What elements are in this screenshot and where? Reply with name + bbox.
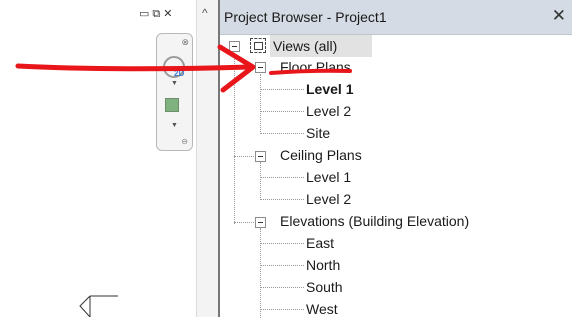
collapse-toggle[interactable] xyxy=(255,62,266,73)
chevron-down-icon[interactable]: ▼ xyxy=(171,80,178,87)
tree-connector xyxy=(234,156,256,157)
minimize-icon[interactable]: ▭ xyxy=(139,8,149,20)
project-tree: Views (all) Floor Plans Level 1 Level 2 … xyxy=(220,34,572,318)
tree-connector xyxy=(260,74,261,134)
tree-connector xyxy=(260,309,304,310)
close-icon[interactable]: ✕ xyxy=(552,6,566,26)
tree-node-elevation-west[interactable]: West xyxy=(306,301,338,317)
chevron-down-icon[interactable]: ▼ xyxy=(171,122,178,129)
tree-node-elevation-north[interactable]: North xyxy=(306,257,340,273)
panel-title: Project Browser - Project1 xyxy=(224,9,387,25)
nav-options-icon[interactable]: ⊖ xyxy=(181,137,188,146)
tree-connector xyxy=(234,67,256,68)
tree-connector xyxy=(260,162,261,200)
tree-connector xyxy=(260,243,304,244)
tree-connector xyxy=(260,228,261,318)
collapse-toggle[interactable] xyxy=(255,151,266,162)
tree-node-views-all[interactable]: Views (all) xyxy=(273,38,337,54)
tree-node-floor-plan-level-1[interactable]: Level 1 xyxy=(306,81,353,97)
scroll-up-icon[interactable]: ^ xyxy=(202,6,208,20)
restore-icon[interactable]: ⧉ xyxy=(152,8,160,20)
navigation-bar: ⊗ 2D ▼ ▼ ⊖ xyxy=(156,33,193,151)
drawing-area[interactable]: ▭ ⧉ ✕ ⊗ 2D ▼ ▼ ⊖ xyxy=(0,0,196,317)
tree-node-elevations[interactable]: Elevations (Building Elevation) xyxy=(280,213,469,229)
tree-node-ceiling-level-2[interactable]: Level 2 xyxy=(306,191,351,207)
tree-node-ceiling-plans[interactable]: Ceiling Plans xyxy=(280,147,362,163)
tree-connector xyxy=(260,287,304,288)
view-cube-icon[interactable] xyxy=(78,292,118,317)
close-icon[interactable]: ✕ xyxy=(163,8,172,20)
tree-connector xyxy=(260,177,304,178)
tree-connector xyxy=(260,265,304,266)
nav-2d-badge: 2D xyxy=(174,69,185,78)
tree-connector xyxy=(260,133,304,134)
tree-connector xyxy=(234,57,235,224)
tree-connector xyxy=(260,89,304,90)
scrollbar[interactable]: ^ xyxy=(196,0,219,317)
panel-title-bar[interactable]: Project Browser - Project1 ✕ xyxy=(220,0,572,35)
tree-node-floor-plans[interactable]: Floor Plans xyxy=(280,59,351,75)
tree-connector xyxy=(260,111,304,112)
tree-node-elevation-east[interactable]: East xyxy=(306,235,334,251)
collapse-toggle[interactable] xyxy=(229,41,240,52)
views-icon xyxy=(250,38,266,53)
tree-connector xyxy=(260,199,304,200)
nav-close-icon[interactable]: ⊗ xyxy=(181,37,189,48)
tree-node-floor-plan-site[interactable]: Site xyxy=(306,125,330,141)
tree-node-elevation-south[interactable]: South xyxy=(306,279,343,295)
tree-connector xyxy=(234,222,256,223)
tree-node-floor-plan-level-2[interactable]: Level 2 xyxy=(306,103,351,119)
zoom-icon[interactable] xyxy=(165,98,179,112)
tree-node-ceiling-level-1[interactable]: Level 1 xyxy=(306,169,351,185)
collapse-toggle[interactable] xyxy=(255,217,266,228)
project-browser-panel: Project Browser - Project1 ✕ Views (all)… xyxy=(218,0,572,318)
window-controls: ▭ ⧉ ✕ xyxy=(139,8,172,20)
